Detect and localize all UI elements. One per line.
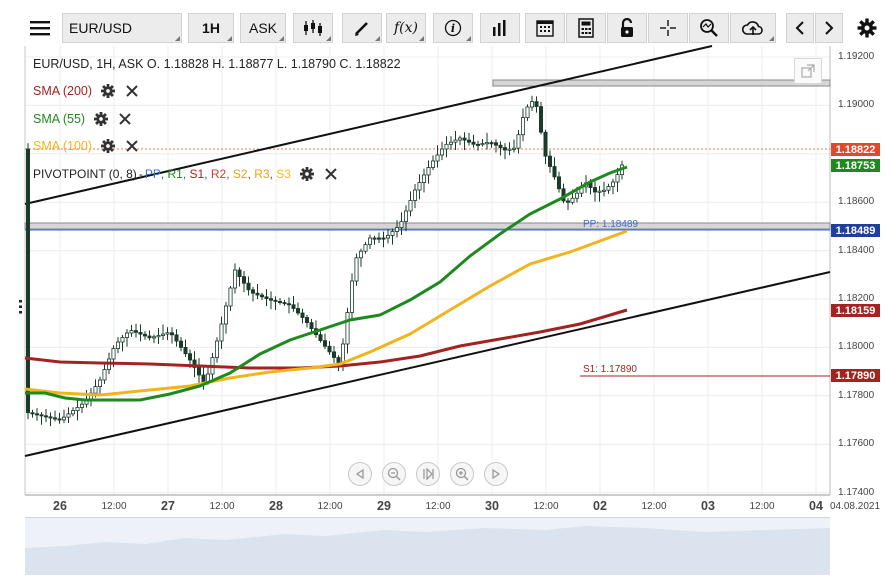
pivot-pp: PP <box>144 167 161 181</box>
drag-handle[interactable] <box>19 300 22 314</box>
candle <box>25 143 30 420</box>
pivot-label[interactable]: PIVOTPOINT (0, 8) <box>33 167 137 181</box>
pivot-settings[interactable] <box>299 166 315 182</box>
pivot-s1: S1 <box>189 167 205 181</box>
legend-sma200: SMA (200) <box>33 83 140 99</box>
y-axis-label: 1.17800 <box>838 389 875 401</box>
gear-icon <box>101 139 116 153</box>
legend-pivotpoint: PIVOTPOINT (0, 8) - PP, R1, S1, R2, S2, … <box>33 166 339 182</box>
close-icon <box>126 85 138 97</box>
x-axis-time-label: 04.08.2021 <box>829 501 881 512</box>
sma200-price-tag: 1.18159 <box>831 304 880 317</box>
grip-icon <box>19 300 22 314</box>
close-icon <box>119 113 131 125</box>
x-axis-day-label: 26 <box>53 499 67 513</box>
sma100-settings[interactable] <box>100 138 116 154</box>
x-axis-time-label: 12:00 <box>317 501 343 512</box>
y-axis-label: 1.18400 <box>838 244 875 256</box>
sma200-settings[interactable] <box>100 83 116 99</box>
y-axis-label: 1.17400 <box>838 486 875 498</box>
x-axis-day-label: 30 <box>485 499 499 513</box>
last-price-tag: 1.18822 <box>831 143 880 156</box>
reset-zoom-icon <box>423 467 434 481</box>
candle <box>354 253 359 286</box>
detach-icon <box>801 64 815 78</box>
ohlc-info: EUR/USD, 1H, ASK O. 1.18828 H. 1.18877 L… <box>33 57 401 71</box>
sma55-price-tag: 1.18753 <box>831 159 880 172</box>
sma100-label[interactable]: SMA (100) <box>33 139 92 153</box>
y-axis-label: 1.18000 <box>838 341 875 353</box>
x-axis-time-label: 12:00 <box>533 501 559 512</box>
navigator-area <box>25 526 830 575</box>
sma55-settings[interactable] <box>93 111 109 127</box>
pivot-r3: R3 <box>254 167 270 181</box>
pivot-r1: R1 <box>167 167 183 181</box>
sma100-remove[interactable] <box>124 138 140 154</box>
y-axis-label: 1.19000 <box>838 99 875 111</box>
legend-sma100: SMA (100) <box>33 138 140 154</box>
y-axis-label: 1.19200 <box>838 51 875 62</box>
y-axis-label: 1.18200 <box>838 293 875 304</box>
pivot-r2: R2 <box>210 167 227 181</box>
gear-icon <box>299 167 314 181</box>
gear-icon <box>94 112 109 126</box>
x-axis-day-label: 27 <box>161 499 175 513</box>
x-axis-day-label: 29 <box>377 499 391 513</box>
triangle-right-icon <box>492 469 501 479</box>
y-axis-label: 1.17600 <box>838 438 875 450</box>
sma200-remove[interactable] <box>124 83 140 99</box>
x-axis-time-label: 12:00 <box>425 501 451 512</box>
s1-level-label: S1: 1.17890 <box>583 364 637 375</box>
pivot-zone[interactable] <box>24 222 831 230</box>
x-axis-day-label: 04 <box>809 499 823 513</box>
sma200-label[interactable]: SMA (200) <box>33 84 92 98</box>
pivot-s3: S3 <box>276 167 291 181</box>
pivot-sep: - <box>138 167 143 181</box>
sma55-remove[interactable] <box>117 111 133 127</box>
gear-icon <box>101 84 116 98</box>
detach-button[interactable] <box>794 58 822 84</box>
pan-left-button[interactable] <box>348 462 372 486</box>
x-axis-time-label: 12:00 <box>641 501 667 512</box>
zoom-in-icon <box>455 467 469 481</box>
x-axis-time-label: 12:00 <box>749 501 775 512</box>
x-axis-time-label: 12:00 <box>209 501 235 512</box>
pp-price-tag: 1.18489 <box>831 224 880 237</box>
reset-zoom-button[interactable] <box>416 462 440 486</box>
zoom-in-button[interactable] <box>450 462 474 486</box>
sma55-label[interactable]: SMA (55) <box>33 112 85 126</box>
triangle-left-icon <box>355 469 364 479</box>
pan-right-button[interactable] <box>484 462 508 486</box>
s1-price-tag: 1.17890 <box>831 369 880 382</box>
pivot-s2: S2 <box>232 167 248 181</box>
x-axis-day-label: 03 <box>701 499 715 513</box>
zoom-out-button[interactable] <box>382 462 406 486</box>
x-axis-day-label: 02 <box>593 499 607 513</box>
legend-sma55: SMA (55) <box>33 111 133 127</box>
zoom-out-icon <box>387 467 401 481</box>
navigator[interactable] <box>25 517 830 575</box>
x-axis-time-label: 12:00 <box>101 501 127 512</box>
candle <box>539 101 544 135</box>
close-icon <box>325 168 337 180</box>
close-icon <box>126 140 138 152</box>
y-axis-label: 1.18600 <box>838 196 875 208</box>
ohlc-header: EUR/USD, 1H, ASK O. 1.18828 H. 1.18877 L… <box>33 57 401 71</box>
pivot-remove[interactable] <box>323 166 339 182</box>
pp-level-label: PP: 1.18489 <box>583 219 639 230</box>
x-axis-day-label: 28 <box>269 499 283 513</box>
